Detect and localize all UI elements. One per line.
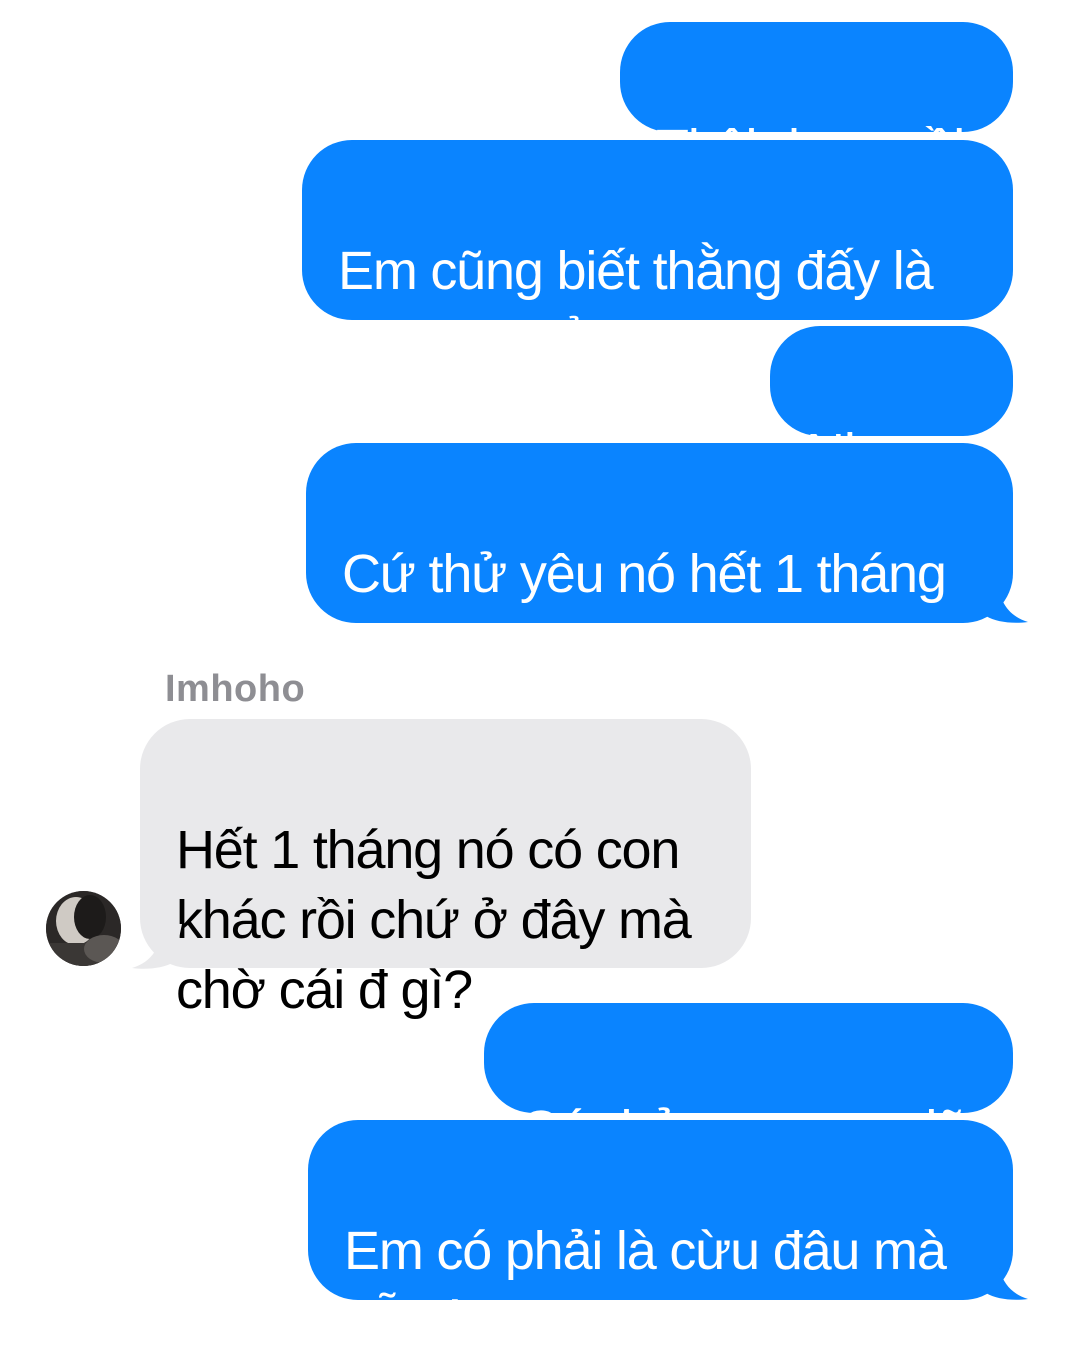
message-bubble-outgoing[interactable]: Cứ thử yêu nó hết 1 tháng xem sao? <box>306 443 1013 674</box>
message-bubble-outgoing[interactable]: Em cũng biết thằng đấy là trap boi nổi <box>302 140 1013 371</box>
bubble-tail-icon <box>132 924 182 969</box>
message-bubble-outgoing[interactable]: Cứ thử xem sao đã <box>484 1003 1013 1160</box>
avatar[interactable] <box>46 891 121 966</box>
message-text: Hết 1 tháng nó có con khác rồi chứ ở đây… <box>176 820 692 1020</box>
message-bubble-outgoing[interactable]: Nhưng <box>770 326 1013 483</box>
avatar-photo-icon <box>46 891 121 966</box>
message-text: Em có phải là cừu đâu mà dễ dàng như vậy… <box>344 1221 947 1351</box>
bubble-tail-icon <box>978 578 1028 623</box>
message-text: Cứ thử yêu nó hết 1 tháng xem sao? <box>342 544 947 674</box>
sender-name: Imhoho <box>165 668 306 710</box>
bubble-tail-icon <box>978 1255 1028 1300</box>
message-bubble-outgoing[interactable]: Thôi được rồi <box>620 22 1013 179</box>
message-bubble-incoming[interactable]: Hết 1 tháng nó có con khác rồi chứ ở đây… <box>140 719 751 1020</box>
message-bubble-outgoing[interactable]: Em có phải là cừu đâu mà dễ dàng như vậy… <box>308 1120 1013 1351</box>
